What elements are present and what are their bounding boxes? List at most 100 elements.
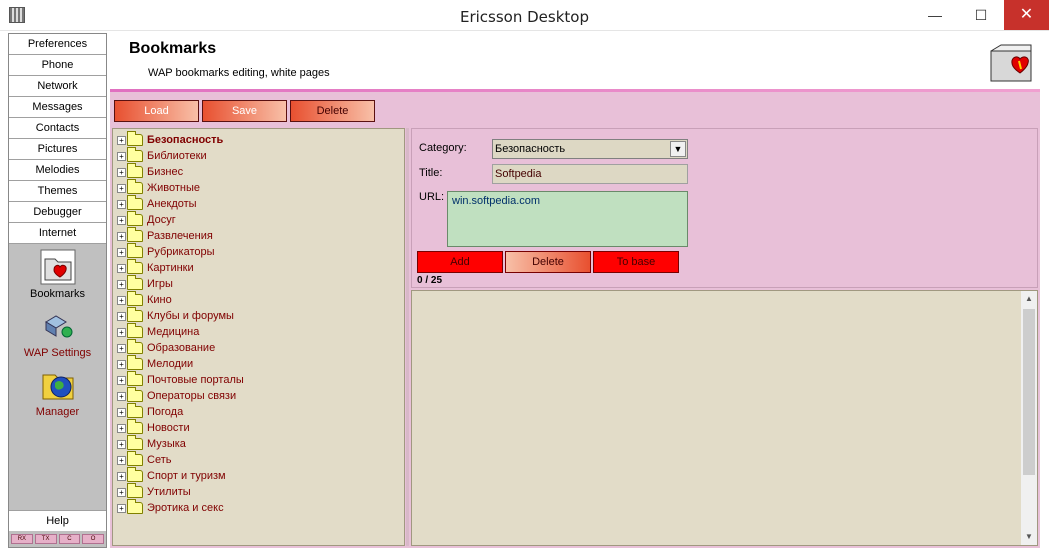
url-input[interactable]: win.softpedia.com (447, 191, 688, 247)
folder-icon (127, 259, 143, 274)
tree-item[interactable]: + Сеть (117, 451, 171, 468)
help-button[interactable]: Help (9, 510, 106, 531)
tree-item[interactable]: + Бизнес (117, 163, 183, 180)
expand-icon[interactable]: + (117, 487, 126, 497)
tree-item[interactable]: + Библиотеки (117, 147, 207, 164)
folder-icon (127, 403, 143, 418)
tree-item[interactable]: + Эротика и секс (117, 499, 224, 516)
tree-item[interactable]: + Животные (117, 179, 200, 196)
nav-pictures[interactable]: Pictures (9, 139, 106, 160)
tree-item-label: Новости (147, 422, 190, 434)
tree-item[interactable]: + Погода (117, 403, 183, 420)
bookmarks-header-icon (990, 44, 1032, 82)
tree-item[interactable]: + Клубы и форумы (117, 307, 234, 324)
minimize-button[interactable]: — (912, 0, 958, 30)
expand-icon[interactable]: + (117, 423, 126, 433)
expand-icon[interactable]: + (117, 391, 126, 401)
expand-icon[interactable]: + (117, 471, 126, 481)
internet-tools: Bookmarks WAP Settings Manager (9, 249, 106, 426)
tree-item-label: Почтовые порталы (147, 374, 244, 386)
tree-item[interactable]: + Игры (117, 275, 173, 292)
expand-icon[interactable]: + (117, 375, 126, 385)
save-button[interactable]: Save (202, 100, 287, 122)
tree-item-label: Спорт и туризм (147, 470, 226, 482)
expand-icon[interactable]: + (117, 135, 126, 145)
tree-item[interactable]: + Утилиты (117, 483, 191, 500)
led-tx: TX (34, 534, 57, 544)
expand-icon[interactable]: + (117, 215, 126, 225)
tree-item[interactable]: + Новости (117, 419, 190, 436)
tree-item[interactable]: + Анекдоты (117, 195, 197, 212)
expand-icon[interactable]: + (117, 199, 126, 209)
nav-debugger[interactable]: Debugger (9, 202, 106, 223)
expand-icon[interactable]: + (117, 343, 126, 353)
nav-phone[interactable]: Phone (9, 55, 106, 76)
expand-icon[interactable]: + (117, 359, 126, 369)
tree-item[interactable]: + Безопасность (117, 131, 223, 148)
expand-icon[interactable]: + (117, 327, 126, 337)
scroll-up-icon[interactable]: ▲ (1021, 291, 1037, 307)
tree-item-label: Рубрикаторы (147, 246, 215, 258)
expand-icon[interactable]: + (117, 311, 126, 321)
tree-item[interactable]: + Спорт и туризм (117, 467, 226, 484)
expand-icon[interactable]: + (117, 503, 126, 513)
expand-icon[interactable]: + (117, 455, 126, 465)
tree-item[interactable]: + Картинки (117, 259, 194, 276)
nav-preferences[interactable]: Preferences (9, 34, 106, 55)
expand-icon[interactable]: + (117, 167, 126, 177)
expand-icon[interactable]: + (117, 295, 126, 305)
delete-button[interactable]: Delete (505, 251, 591, 273)
folder-icon (127, 275, 143, 290)
expand-icon[interactable]: + (117, 263, 126, 273)
nav-network[interactable]: Network (9, 76, 106, 97)
category-select[interactable]: Безопасность ▼ (492, 139, 688, 159)
folder-icon (127, 179, 143, 194)
expand-icon[interactable]: + (117, 151, 126, 161)
bookmark-list[interactable]: ▲ ▼ (411, 290, 1038, 546)
tree-item-label: Музыка (147, 438, 186, 450)
category-tree[interactable]: + Безопасность + Библиотеки + Бизнес + Животные… (112, 128, 405, 546)
tree-item[interactable]: + Рубрикаторы (117, 243, 215, 260)
nav-messages[interactable]: Messages (9, 97, 106, 118)
chevron-down-icon[interactable]: ▼ (670, 141, 686, 157)
vertical-scrollbar[interactable]: ▲ ▼ (1021, 291, 1037, 545)
folder-icon (127, 227, 143, 242)
scroll-down-icon[interactable]: ▼ (1021, 529, 1037, 545)
nav-themes[interactable]: Themes (9, 181, 106, 202)
expand-icon[interactable]: + (117, 247, 126, 257)
tree-item[interactable]: + Музыка (117, 435, 186, 452)
folder-icon (127, 243, 143, 258)
title-input[interactable]: Softpedia (492, 164, 688, 184)
folder-icon (127, 291, 143, 306)
tree-item[interactable]: + Образование (117, 339, 215, 356)
expand-icon[interactable]: + (117, 439, 126, 449)
tree-item[interactable]: + Развлечения (117, 227, 213, 244)
tool-wap-settings[interactable]: WAP Settings (9, 308, 106, 367)
close-button[interactable]: ✕ (1004, 0, 1049, 30)
folder-icon (127, 339, 143, 354)
nav-contacts[interactable]: Contacts (9, 118, 106, 139)
tree-item[interactable]: + Медицина (117, 323, 199, 340)
maximize-button[interactable]: ☐ (958, 0, 1004, 30)
tree-item[interactable]: + Кино (117, 291, 172, 308)
expand-icon[interactable]: + (117, 407, 126, 417)
expand-icon[interactable]: + (117, 183, 126, 193)
tree-item[interactable]: + Досуг (117, 211, 176, 228)
tree-item[interactable]: + Операторы связи (117, 387, 236, 404)
load-button[interactable]: Load (114, 100, 199, 122)
expand-icon[interactable]: + (117, 279, 126, 289)
bookmark-counter: 0 / 25 (417, 275, 443, 286)
to-base-button[interactable]: To base (593, 251, 679, 273)
url-label: URL: (419, 191, 445, 203)
tree-item[interactable]: + Почтовые порталы (117, 371, 244, 388)
nav-internet[interactable]: Internet (9, 223, 106, 244)
expand-icon[interactable]: + (117, 231, 126, 241)
nav-melodies[interactable]: Melodies (9, 160, 106, 181)
tree-item[interactable]: + Мелодии (117, 355, 193, 372)
add-button[interactable]: Add (417, 251, 503, 273)
tool-bookmarks[interactable]: Bookmarks (9, 249, 106, 308)
scroll-thumb[interactable] (1023, 309, 1035, 475)
tool-manager[interactable]: Manager (9, 367, 106, 426)
delete-toolbar-button[interactable]: Delete (290, 100, 375, 122)
panel-splitter[interactable] (406, 128, 409, 546)
